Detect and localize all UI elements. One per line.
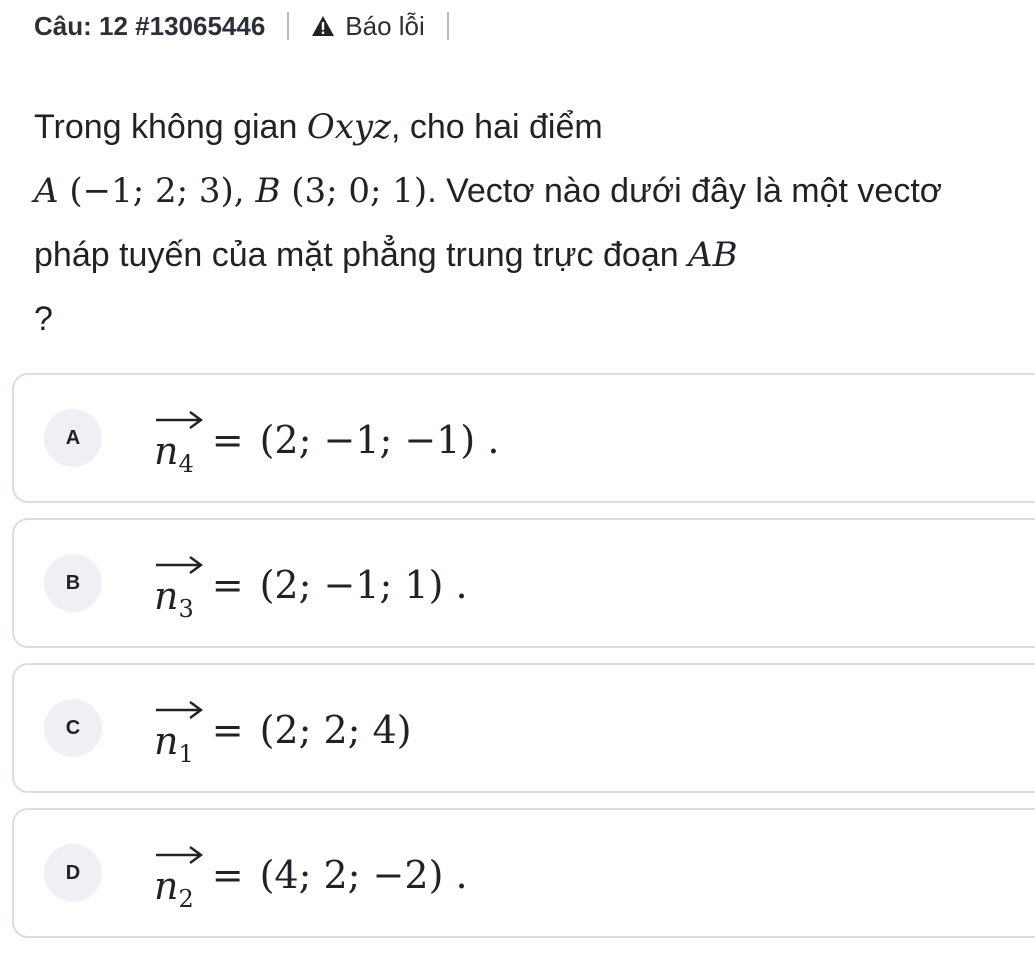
math-coord-a: (−1; 2; 3),: [58, 171, 256, 211]
answer-option-a[interactable]: A n4 = (2; −1; −1) .: [12, 373, 1035, 503]
vector-subscript: 3: [178, 595, 194, 623]
vector-n4: n4: [154, 407, 204, 478]
option-formula: n2 = (4; 2; −2) .: [154, 810, 468, 940]
equals-sign: =: [211, 708, 244, 752]
equals-sign: =: [211, 563, 244, 607]
question-text: Trong không gian Oxyz, cho hai điểm A (−…: [34, 95, 1024, 351]
equals-sign: =: [211, 853, 244, 897]
vector-arrow-icon: [156, 701, 204, 719]
vector-subscript: 4: [178, 450, 194, 478]
header-divider-2: [446, 12, 449, 40]
vector-value: (2; 2; 4): [259, 708, 412, 752]
answer-option-b[interactable]: B n3 = (2; −1; 1) .: [12, 518, 1035, 648]
report-error-label: Báo lỗi: [345, 10, 425, 41]
vector-symbol: n: [154, 429, 179, 473]
vector-symbol: n: [154, 574, 179, 618]
question-text-part: Trong không gian: [34, 108, 307, 146]
option-formula: n1 = (2; 2; 4): [154, 665, 412, 795]
vector-value: (2; −1; 1) .: [259, 563, 468, 607]
vector-value: (4; 2; −2) .: [259, 853, 468, 897]
vector-arrow-icon: [156, 556, 204, 574]
math-coord-b: (3; 0; 1): [280, 171, 428, 211]
report-error-button[interactable]: Báo lỗi: [311, 11, 425, 42]
question-text-part: , cho hai điểm: [391, 108, 603, 146]
option-letter-badge: A: [44, 409, 102, 467]
question-number: Câu: 12 #13065446: [34, 10, 266, 41]
math-oxyz: Oxyz: [306, 107, 391, 147]
vector-value: (2; −1; −1) .: [259, 418, 500, 462]
vector-arrow-icon: [156, 846, 204, 864]
answer-option-d[interactable]: D n2 = (4; 2; −2) .: [12, 808, 1035, 938]
warning-triangle-icon: [312, 16, 335, 36]
option-letter-badge: C: [44, 699, 102, 757]
vector-n3: n3: [154, 552, 204, 623]
vector-n2: n2: [154, 842, 204, 913]
option-letter-badge: B: [44, 554, 102, 612]
option-letter-badge: D: [44, 844, 102, 902]
answer-option-c[interactable]: C n1 = (2; 2; 4): [12, 663, 1035, 793]
option-formula: n3 = (2; −1; 1) .: [154, 520, 468, 650]
equals-sign: =: [211, 418, 244, 462]
vector-subscript: 1: [178, 740, 194, 768]
question-mark: ?: [34, 300, 53, 338]
vector-symbol: n: [154, 864, 179, 908]
vector-subscript: 2: [178, 885, 194, 913]
header-divider: [287, 12, 290, 40]
vector-arrow-icon: [156, 411, 204, 429]
option-formula: n4 = (2; −1; −1) .: [154, 375, 499, 505]
question-header: Câu: 12 #13065446 Báo lỗi: [34, 8, 471, 44]
vector-symbol: n: [154, 719, 179, 763]
math-segment-ab: AB: [688, 235, 738, 275]
vector-n1: n1: [154, 697, 204, 768]
math-point-a: A: [34, 171, 59, 211]
math-point-b: B: [255, 171, 281, 211]
